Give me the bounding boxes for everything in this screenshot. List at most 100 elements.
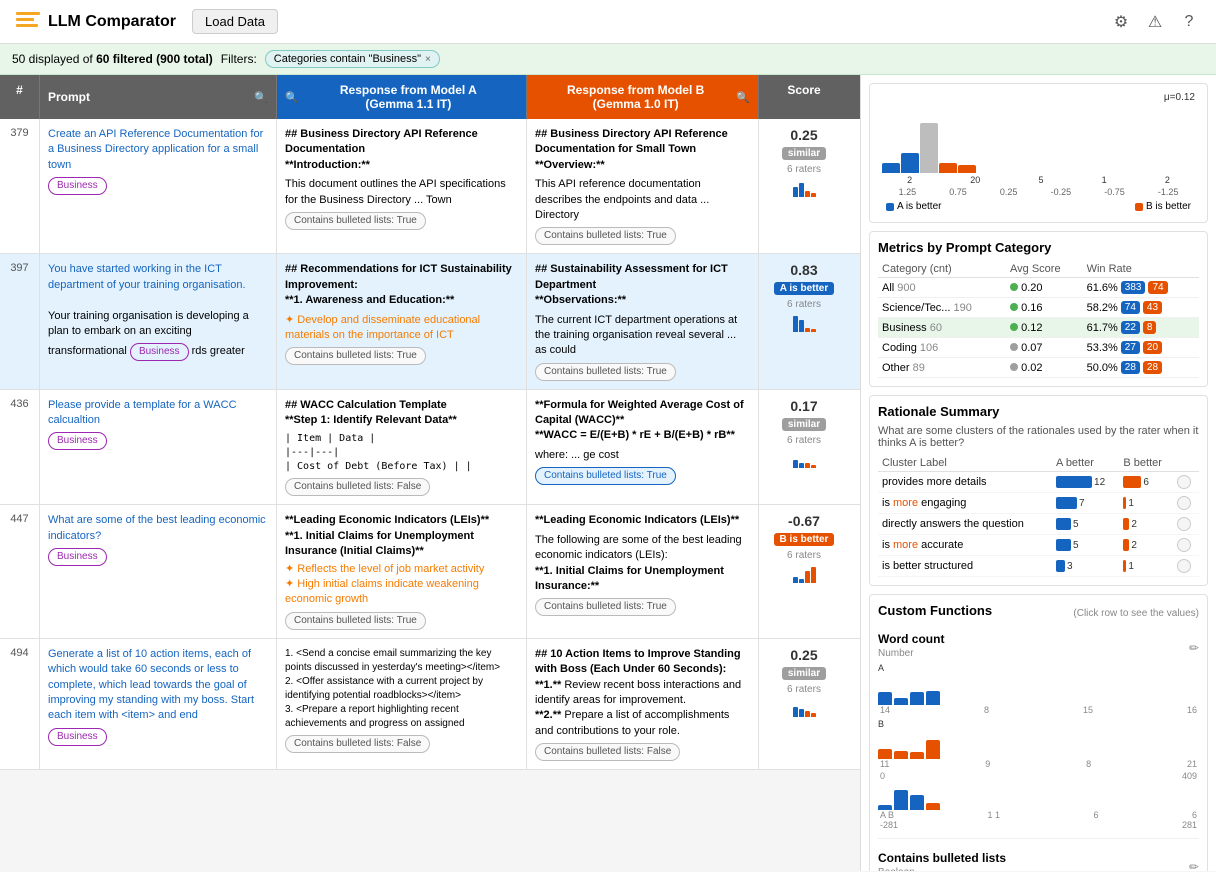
help-icon[interactable]: ? (1178, 11, 1200, 33)
rationale-row[interactable]: is better structured 3 1 (878, 556, 1199, 577)
score-badge: similar (782, 418, 826, 431)
table-row[interactable]: 494 Generate a list of 10 action items, … (0, 639, 860, 770)
metrics-row[interactable]: Coding 106 0.07 53.3% 2720 (878, 338, 1199, 358)
mini-chart (793, 565, 816, 583)
row-num: 494 (0, 639, 40, 769)
rationale-subtitle: What are some clusters of the rationales… (878, 425, 1199, 449)
cell-prompt: Please provide a template for a WACC cal… (40, 390, 277, 505)
table-area: # Prompt 🔍 🔍 Response from Model A (Gemm… (0, 75, 860, 871)
dist-bars (878, 103, 1199, 173)
contains-tag: Contains bulleted lists: True (535, 227, 676, 245)
contains-tag: Contains bulleted lists: False (285, 478, 430, 496)
app-logo: LLM Comparator (16, 12, 176, 32)
col-model-a-header: 🔍 Response from Model A (Gemma 1.1 IT) (277, 75, 527, 119)
display-count: 50 displayed of 60 filtered (900 total) (12, 52, 213, 66)
cell-score: 0.25 similar 6 raters (759, 119, 849, 253)
model-a-search-icon[interactable]: 🔍 (285, 91, 299, 104)
edit-icon[interactable]: ✏ (1189, 860, 1199, 872)
word-count-diff-chart (878, 785, 1199, 810)
custom-subtitle: (Click row to see the values) (1073, 608, 1199, 619)
load-data-button[interactable]: Load Data (192, 9, 278, 34)
expand-button[interactable] (1177, 496, 1191, 510)
table-row[interactable]: 397 You have started working in the ICT … (0, 254, 860, 389)
col-prompt-header: Prompt 🔍 (40, 75, 277, 119)
cell-score: 0.83 A is better 6 raters (759, 254, 849, 388)
custom-header: Custom Functions (Click row to see the v… (878, 603, 1199, 624)
logo-icon (16, 12, 40, 32)
rationale-row[interactable]: is more accurate 5 2 (878, 535, 1199, 556)
table-row[interactable]: 436 Please provide a template for a WACC… (0, 390, 860, 506)
metrics-table: Category (cnt) Avg Score Win Rate All 90… (878, 261, 1199, 378)
function-item-bulleted-lists[interactable]: Contains bulleted lists Boolean ✏ 42 40 … (878, 851, 1199, 871)
col-b-header: B better (1119, 455, 1173, 472)
sub-header: 50 displayed of 60 filtered (900 total) … (0, 44, 1216, 75)
score-distribution-chart: μ=0.12 2 20 5 1 2 1.25 0.75 (869, 83, 1208, 223)
contains-tag: Contains bulleted lists: False (535, 743, 680, 761)
col-score-header: Score (759, 75, 849, 119)
contains-tag: Contains bulleted lists: True (285, 612, 426, 630)
contains-tag: Contains bulleted lists: True (285, 347, 426, 365)
cell-model-a: ## Business Directory API Reference Docu… (277, 119, 527, 253)
custom-functions-section: Custom Functions (Click row to see the v… (869, 594, 1208, 871)
contains-tag: Contains bulleted lists: True (535, 598, 676, 616)
expand-button[interactable] (1177, 475, 1191, 489)
cell-prompt: Generate a list of 10 action items, each… (40, 639, 277, 769)
metrics-section: Metrics by Prompt Category Category (cnt… (869, 231, 1208, 387)
metrics-title: Metrics by Prompt Category (878, 240, 1199, 255)
mini-chart (793, 314, 816, 332)
category-tag: Business (48, 548, 107, 566)
expand-button[interactable] (1177, 559, 1191, 573)
prompt-search-icon[interactable]: 🔍 (254, 91, 268, 104)
main-layout: # Prompt 🔍 🔍 Response from Model A (Gemm… (0, 75, 1216, 871)
cell-model-b: **Formula for Weighted Average Cost of C… (527, 390, 759, 505)
contains-tag: Contains bulleted lists: True (285, 212, 426, 230)
metrics-row[interactable]: Other 89 0.02 50.0% 2828 (878, 358, 1199, 378)
edit-icon[interactable]: ✏ (1189, 641, 1199, 655)
metrics-row[interactable]: Science/Tec... 190 0.16 58.2% 7443 (878, 298, 1199, 318)
rationale-row[interactable]: directly answers the question 5 2 (878, 514, 1199, 535)
cell-model-a: 1. <Send a concise email summarizing the… (277, 639, 527, 769)
alert-icon[interactable]: ⚠ (1144, 11, 1166, 33)
col-avg-header: Avg Score (1006, 261, 1083, 278)
category-tag: Business (130, 343, 189, 361)
table-body: 379 Create an API Reference Documentatio… (0, 119, 860, 871)
filter-close-button[interactable]: × (425, 54, 431, 65)
table-row[interactable]: 379 Create an API Reference Documentatio… (0, 119, 860, 254)
category-cell: Science/Tec... 190 (878, 298, 1006, 318)
app-header: LLM Comparator Load Data ⚙ ⚠ ? (0, 0, 1216, 44)
expand-button[interactable] (1177, 517, 1191, 531)
winrate-cell: 53.3% 2720 (1083, 338, 1199, 358)
category-cell: Coding 106 (878, 338, 1006, 358)
word-count-chart-a (878, 675, 1199, 705)
score-badge: A is better (774, 282, 835, 295)
expand-button[interactable] (1177, 538, 1191, 552)
cell-model-b: ## 10 Action Items to Improve Standing w… (527, 639, 759, 769)
header-icons: ⚙ ⚠ ? (1110, 11, 1200, 33)
mu-label: μ=0.12 (878, 92, 1199, 103)
rationale-row[interactable]: provides more details 12 6 (878, 472, 1199, 493)
function-type: Boolean (878, 867, 1006, 871)
dist-bar (920, 123, 938, 173)
avg-cell: 0.12 (1006, 318, 1083, 338)
filter-tag[interactable]: Categories contain "Business" × (265, 50, 440, 68)
row-num: 436 (0, 390, 40, 505)
dist-bar (958, 165, 976, 173)
settings-icon[interactable]: ⚙ (1110, 11, 1132, 33)
cell-model-b: ## Sustainability Assessment for ICT Dep… (527, 254, 759, 388)
model-b-search-icon[interactable]: 🔍 (736, 91, 750, 104)
rationale-row[interactable]: is more engaging 7 1 (878, 493, 1199, 514)
category-tag: Business (48, 728, 107, 746)
function-item-word-count[interactable]: Word count Number ✏ A 1481516 (878, 632, 1199, 839)
right-panel: μ=0.12 2 20 5 1 2 1.25 0.75 (860, 75, 1216, 871)
custom-functions-title: Custom Functions (878, 603, 992, 618)
x-axis-labels: 1.25 0.75 0.25 -0.25 -0.75 -1.25 (878, 185, 1199, 199)
col-category-header: Category (cnt) (878, 261, 1006, 278)
contains-tag: Contains bulleted lists: False (285, 735, 430, 753)
cell-prompt: You have started working in the ICT depa… (40, 254, 277, 388)
cell-prompt: What are some of the best leading econom… (40, 505, 277, 637)
app-title: LLM Comparator (48, 13, 176, 31)
table-row[interactable]: 447 What are some of the best leading ec… (0, 505, 860, 638)
metrics-row[interactable]: Business 60 0.12 61.7% 228 (878, 318, 1199, 338)
avg-cell: 0.07 (1006, 338, 1083, 358)
metrics-row[interactable]: All 900 0.20 61.6% 38374 (878, 278, 1199, 298)
